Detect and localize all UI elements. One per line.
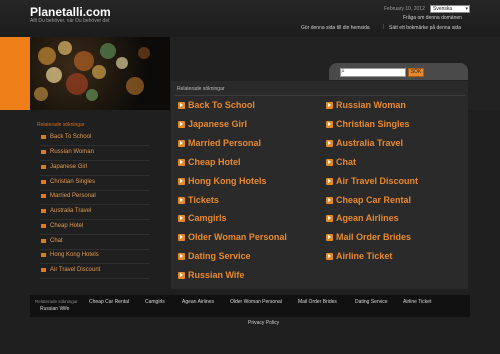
main-link-label[interactable]: Hong Kong Hotels (188, 176, 267, 186)
bottom-link[interactable]: Older Woman Personal (230, 299, 282, 305)
orange-arrow-icon (178, 178, 185, 185)
orange-arrow-icon (178, 253, 185, 260)
sidebar-item[interactable]: Chat (40, 237, 150, 250)
hero-bokeh-image (30, 37, 170, 110)
sidebar-item[interactable]: Russian Woman (40, 148, 150, 161)
sidebar-item-label[interactable]: Chat (50, 238, 63, 244)
bottom-link[interactable]: Russian Wife (40, 306, 69, 312)
sidebar-item-label[interactable]: Russian Woman (50, 149, 94, 155)
sidebar-item-label[interactable]: Married Personal (50, 193, 96, 199)
ask-about-domain-link[interactable]: Fråga om denna domänen (403, 15, 462, 21)
orange-arrow-icon (326, 253, 333, 260)
orange-arrow-icon (326, 159, 333, 166)
hero-accent-strip (0, 37, 30, 110)
main-link-label[interactable]: Russian Woman (336, 100, 406, 110)
sidebar-item[interactable]: Married Personal (40, 192, 150, 205)
main-link-label[interactable]: Dating Service (188, 251, 251, 261)
bottom-link[interactable]: Dating Service (355, 299, 388, 305)
orange-arrow-icon (326, 102, 333, 109)
orange-arrow-icon (41, 180, 46, 184)
orange-arrow-icon (326, 178, 333, 185)
sidebar-item[interactable]: Christian Singles (40, 178, 150, 191)
orange-arrow-icon (326, 140, 333, 147)
sidebar-item-label[interactable]: Air Travel Discount (50, 267, 100, 273)
bottom-link[interactable]: Airline Ticket (403, 299, 431, 305)
sidebar-item-label[interactable]: Cheap Hotel (50, 223, 83, 229)
orange-arrow-icon (326, 121, 333, 128)
main-link-label[interactable]: Christian Singles (336, 119, 410, 129)
bookmark-link[interactable]: Sätt ett bokmärke på denna sida (389, 25, 461, 31)
bottom-link[interactable]: Agean Airlines (182, 299, 214, 305)
current-date: February 10, 2012 (384, 6, 425, 12)
language-selected-value: Svenska (433, 6, 453, 12)
orange-arrow-icon (326, 197, 333, 204)
orange-arrow-icon (41, 194, 46, 198)
search-button[interactable]: SÖK (408, 68, 424, 77)
sidebar-item-label[interactable]: Back To School (50, 134, 91, 140)
sidebar-item[interactable]: Cheap Hotel (40, 222, 150, 235)
sidebar-item[interactable]: Japanese Girl (40, 163, 150, 176)
main-link-label[interactable]: Older Woman Personal (188, 232, 287, 242)
orange-arrow-icon (41, 150, 46, 154)
bottom-links-title: Relaterade sökningar (35, 299, 78, 304)
main-link-label[interactable]: Tickets (188, 195, 219, 205)
orange-arrow-icon (326, 215, 333, 222)
sidebar-item-label[interactable]: Australia Travel (50, 208, 91, 214)
make-homepage-link[interactable]: Gör denna sida till din hemsida (301, 25, 370, 31)
sidebar-title: Relaterade sökningar (37, 122, 85, 128)
orange-arrow-icon (178, 121, 185, 128)
sidebar-item[interactable]: Back To School (40, 133, 150, 146)
main-link-label[interactable]: Cheap Hotel (188, 157, 241, 167)
main-link-label[interactable]: Chat (336, 157, 356, 167)
bottom-link[interactable]: Cheap Car Rental (89, 299, 129, 305)
orange-arrow-icon (178, 272, 185, 279)
main-link-label[interactable]: Russian Wife (188, 270, 244, 280)
main-link-label[interactable]: Cheap Car Rental (336, 195, 411, 205)
sidebar-item-label[interactable]: Christian Singles (50, 179, 95, 185)
orange-arrow-icon (178, 140, 185, 147)
search-input[interactable] (340, 68, 406, 77)
orange-arrow-icon (326, 234, 333, 241)
magnifier-icon: ⌕ (341, 68, 345, 75)
sidebar-item-label[interactable]: Japanese Girl (50, 164, 87, 170)
main-link-label[interactable]: Married Personal (188, 138, 261, 148)
bottom-link[interactable]: Camgirls (145, 299, 165, 305)
main-link-label[interactable]: Back To School (188, 100, 255, 110)
orange-arrow-icon (178, 159, 185, 166)
orange-arrow-icon (41, 239, 46, 243)
chevron-down-icon: ▾ (465, 6, 468, 12)
orange-arrow-icon (178, 215, 185, 222)
orange-arrow-icon (41, 253, 46, 257)
orange-arrow-icon (41, 165, 46, 169)
site-logo[interactable]: Planetalli.com (30, 5, 111, 19)
sidebar-item[interactable]: Australia Travel (40, 207, 150, 220)
orange-arrow-icon (41, 224, 46, 228)
privacy-policy-link[interactable]: Privacy Policy (248, 320, 279, 326)
main-link-label[interactable]: Mail Order Brides (336, 232, 411, 242)
main-link-label[interactable]: Agean Airlines (336, 213, 399, 223)
main-link-label[interactable]: Camgirls (188, 213, 227, 223)
bottom-link[interactable]: Mail Order Brides (298, 299, 337, 305)
main-divider (175, 95, 465, 96)
sidebar-item-label[interactable]: Hong Kong Hotels (50, 252, 99, 258)
main-link-label[interactable]: Airline Ticket (336, 251, 392, 261)
sidebar-item[interactable]: Hong Kong Hotels (40, 251, 150, 264)
orange-arrow-icon (178, 197, 185, 204)
sidebar-item[interactable]: Air Travel Discount (40, 266, 150, 279)
main-link-label[interactable]: Australia Travel (336, 138, 403, 148)
orange-arrow-icon (41, 135, 46, 139)
main-links-title: Relaterade sökningar (177, 86, 225, 92)
site-tagline: Allt Du behöver, när Du behöver det (30, 18, 110, 24)
main-link-label[interactable]: Air Travel Discount (336, 176, 418, 186)
orange-arrow-icon (41, 209, 46, 213)
language-select[interactable]: Svenska ▾ (430, 5, 470, 13)
orange-arrow-icon (41, 268, 46, 272)
main-link-label[interactable]: Japanese Girl (188, 119, 247, 129)
orange-arrow-icon (178, 234, 185, 241)
orange-arrow-icon (178, 102, 185, 109)
header-link-separator: | (383, 24, 385, 30)
